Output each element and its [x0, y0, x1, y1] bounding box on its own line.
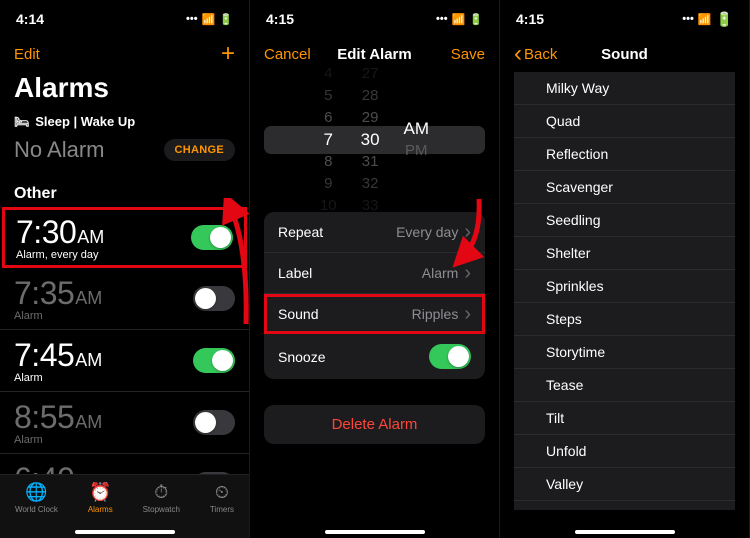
repeat-row[interactable]: Repeat Every day: [264, 212, 485, 253]
chevron-right-icon: [464, 222, 471, 242]
picker-minutes[interactable]: 27 28 29 30 31 32 33: [361, 63, 380, 217]
sound-row[interactable]: Sound Ripples: [264, 294, 485, 334]
alarm-row[interactable]: 8:55AM Alarm: [0, 392, 249, 454]
alarm-row[interactable]: 7:30AM Alarm, every day: [2, 207, 247, 268]
sound-classic-row[interactable]: ✓ Classic Ripples: [514, 501, 735, 510]
change-button[interactable]: CHANGE: [164, 139, 235, 161]
delete-alarm-button[interactable]: Delete Alarm: [264, 405, 485, 444]
snooze-row: Snooze: [264, 334, 485, 379]
time-picker[interactable]: 4 5 6 7 8 9 10 27 28 29 30 31 32 33 AM P…: [264, 82, 485, 198]
alarm-icon: ⏰: [89, 481, 111, 503]
save-button[interactable]: Save: [451, 46, 485, 63]
alarm-row[interactable]: 7:35AM Alarm: [0, 268, 249, 330]
stopwatch-icon: ⏱: [150, 481, 172, 503]
home-indicator[interactable]: [325, 530, 425, 534]
tab-alarms[interactable]: ⏰Alarms: [88, 481, 113, 514]
page-title: Sound: [601, 46, 648, 63]
alarm-toggle[interactable]: [193, 410, 235, 435]
globe-icon: 🌐: [25, 481, 47, 503]
cancel-button[interactable]: Cancel: [264, 46, 311, 63]
sound-option[interactable]: Sprinkles: [514, 270, 735, 303]
sound-option[interactable]: Tilt: [514, 402, 735, 435]
timer-icon: ⏲: [211, 481, 233, 503]
label-row[interactable]: Label Alarm: [264, 253, 485, 294]
status-time: 4:15: [266, 11, 294, 27]
chevron-right-icon: [464, 304, 471, 324]
picker-hours[interactable]: 4 5 6 7 8 9 10: [320, 63, 337, 217]
no-alarm-label: No Alarm: [14, 137, 104, 163]
back-button[interactable]: Back: [514, 42, 557, 66]
picker-ampm[interactable]: AM PM: [404, 118, 430, 162]
sound-option[interactable]: Reflection: [514, 138, 735, 171]
snooze-toggle[interactable]: [429, 344, 471, 369]
sound-option[interactable]: Milky Way: [514, 72, 735, 105]
sound-option[interactable]: Storytime: [514, 336, 735, 369]
sound-option[interactable]: Valley: [514, 468, 735, 501]
page-title: Edit Alarm: [337, 46, 411, 63]
tab-timers[interactable]: ⏲Timers: [210, 481, 234, 514]
status-bar: 4:15 •••📶🔋: [250, 0, 499, 38]
chevron-left-icon: [514, 42, 522, 66]
sleep-section-header: Sleep | Wake Up: [0, 112, 249, 131]
add-alarm-button[interactable]: +: [221, 40, 235, 68]
sound-option[interactable]: Steps: [514, 303, 735, 336]
status-bar: 4:15 •••📶🔋: [500, 0, 749, 38]
status-bar: 4:14 •••📶🔋: [0, 0, 249, 38]
chevron-right-icon: [714, 509, 721, 510]
status-icons: •••📶🔋: [436, 13, 483, 26]
status-time: 4:15: [516, 11, 544, 27]
status-icons: •••📶🔋: [682, 11, 733, 28]
status-icons: •••📶🔋: [186, 13, 233, 26]
sound-option[interactable]: Seedling: [514, 204, 735, 237]
page-title: Alarms: [14, 72, 235, 104]
sound-option[interactable]: Shelter: [514, 237, 735, 270]
tab-world-clock[interactable]: 🌐World Clock: [15, 481, 58, 514]
home-indicator[interactable]: [75, 530, 175, 534]
alarm-toggle[interactable]: [193, 286, 235, 311]
tab-stopwatch[interactable]: ⏱Stopwatch: [143, 481, 180, 514]
alarm-row[interactable]: 7:45AM Alarm: [0, 330, 249, 392]
edit-button[interactable]: Edit: [14, 46, 40, 63]
sound-option[interactable]: Quad: [514, 105, 735, 138]
tab-bar: 🌐World Clock ⏰Alarms ⏱Stopwatch ⏲Timers: [0, 474, 249, 538]
status-time: 4:14: [16, 11, 44, 27]
sound-option[interactable]: Tease: [514, 369, 735, 402]
sound-option[interactable]: Scavenger: [514, 171, 735, 204]
alarm-toggle[interactable]: [191, 225, 233, 250]
alarm-toggle[interactable]: [193, 348, 235, 373]
bed-icon: [14, 114, 29, 129]
home-indicator[interactable]: [575, 530, 675, 534]
other-section-header: Other: [0, 173, 249, 207]
sound-option[interactable]: Unfold: [514, 435, 735, 468]
chevron-right-icon: [464, 263, 471, 283]
